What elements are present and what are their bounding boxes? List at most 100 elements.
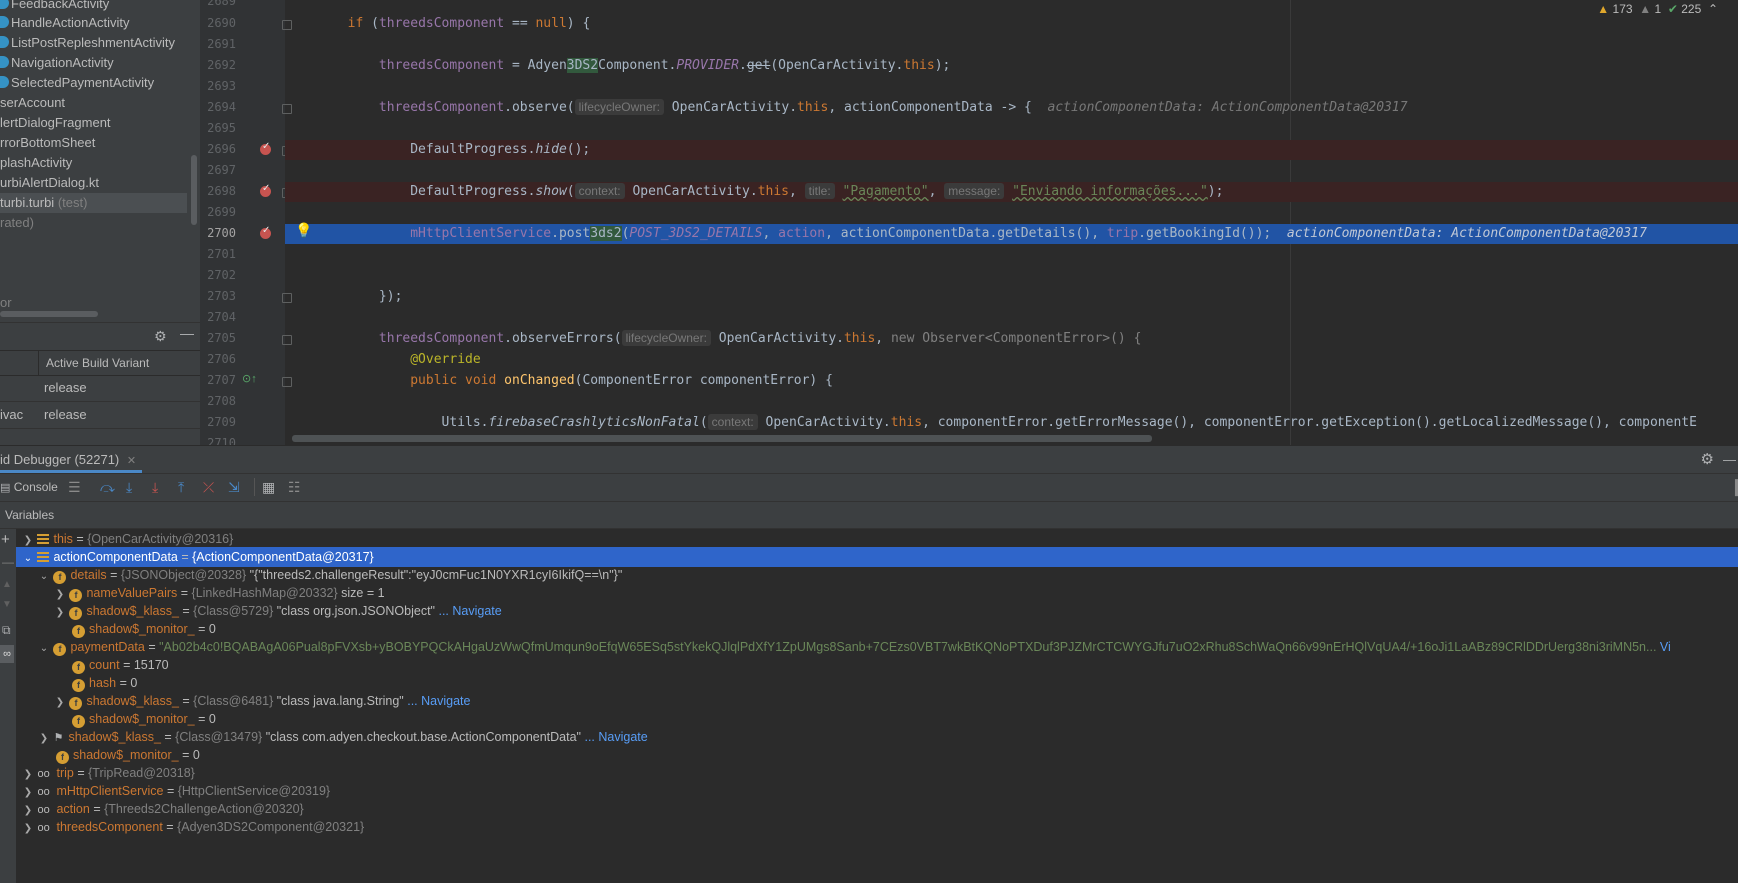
- tree-row[interactable]: ❯ f shadow$_klass_ = {Class@6481} "class …: [16, 691, 1738, 711]
- project-horizontal-scrollbar[interactable]: [0, 311, 98, 317]
- line-number: 2696: [207, 142, 236, 156]
- force-step-into-icon[interactable]: ⤓: [152, 478, 158, 496]
- debugger-panel: id Debugger (52271) ✕ ⚙ — ▤ Console ☰ ⤼ …: [0, 445, 1738, 883]
- project-item-turbialertdialog[interactable]: urbiAlertDialog.kt: [0, 173, 99, 193]
- project-item-useraccount[interactable]: serAccount: [0, 93, 65, 113]
- console-tab[interactable]: ▤ Console: [0, 478, 58, 497]
- project-item-listpostrepleshmentactivity[interactable]: ListPostRepleshmentActivity: [0, 33, 175, 53]
- editor-gutter[interactable]: 2689 2690 2691 2692 2693 2694 2695 2696 …: [200, 0, 292, 445]
- minimize-icon[interactable]: —: [180, 325, 194, 341]
- minimize-icon[interactable]: —: [1723, 446, 1736, 473]
- code-line-2706[interactable]: @Override: [285, 350, 1738, 370]
- step-out-icon[interactable]: ⤒: [178, 478, 184, 496]
- line-number: 2710: [207, 436, 236, 445]
- tree-row[interactable]: f shadow$_monitor_ = 0: [16, 745, 1738, 765]
- project-item-alertdialogfragment[interactable]: lertDialogFragment: [0, 113, 111, 133]
- project-vertical-scrollbar[interactable]: [191, 155, 197, 225]
- inline-debug-value: actionComponentData: ActionComponentData…: [1047, 100, 1408, 115]
- move-up-icon[interactable]: ▲: [2, 579, 12, 590]
- line-number: 2691: [207, 37, 236, 51]
- navigate-link[interactable]: ... Navigate: [584, 730, 647, 744]
- lightbulb-icon[interactable]: 💡: [295, 222, 312, 239]
- tree-row[interactable]: ❯ oo threedsComponent = {Adyen3DS2Compone…: [16, 817, 1738, 837]
- chevron-up-icon[interactable]: ⌃: [1708, 2, 1718, 16]
- line-number: 2699: [207, 205, 236, 219]
- project-item-feedbackactivity[interactable]: FeedbackActivity: [0, 0, 109, 14]
- tree-row[interactable]: ❯ oo trip = {TripRead@20318}: [16, 763, 1738, 783]
- chevron-right-icon[interactable]: ❯: [22, 819, 34, 839]
- code-line-2707[interactable]: public void onChanged(ComponentError com…: [285, 371, 1738, 391]
- breakpoint-icon[interactable]: [260, 141, 271, 155]
- line-number: 2692: [207, 58, 236, 72]
- view-link[interactable]: Vi: [1660, 640, 1671, 654]
- move-down-icon[interactable]: ▼: [2, 599, 12, 610]
- project-item-errorbottomsheet[interactable]: rrorBottomSheet: [0, 133, 95, 153]
- tree-row[interactable]: f shadow$_monitor_ = 0: [16, 709, 1738, 729]
- variables-side-toolbar: + — ▲ ▼ ⧉ ∞: [0, 529, 16, 883]
- inspection-widget[interactable]: ▲ 173 ▲ 1 ✔ 225 ⌃: [1597, 2, 1718, 16]
- class-icon: [0, 0, 9, 9]
- tree-row[interactable]: ❯ f nameValuePairs = {LinkedHashMap@20332…: [16, 583, 1738, 603]
- step-over-icon[interactable]: ⤼: [100, 478, 115, 496]
- tree-row[interactable]: ⌄ f details = {JSONObject@20328} "{"three…: [16, 565, 1738, 585]
- editor-horizontal-scrollbar[interactable]: [292, 435, 1152, 442]
- drop-frame-icon[interactable]: ⤫: [203, 478, 214, 496]
- build-variant-row[interactable]: ivac release: [0, 402, 200, 429]
- breakpoint-icon[interactable]: [260, 225, 271, 239]
- tree-row[interactable]: f count = 15170: [16, 655, 1738, 675]
- captured-variable-icon: oo: [37, 822, 50, 834]
- project-item-generated[interactable]: rated): [0, 213, 34, 233]
- breakpoint-icon[interactable]: [260, 183, 271, 197]
- tree-row[interactable]: f hash = 0: [16, 673, 1738, 693]
- code-line-2694[interactable]: threedsComponent.observe(lifecycleOwner:…: [285, 98, 1738, 118]
- run-to-cursor-icon[interactable]: ⇲: [228, 478, 240, 496]
- code-line-2705[interactable]: threedsComponent.observeErrors(lifecycle…: [285, 329, 1738, 349]
- gear-icon[interactable]: ⚙: [154, 328, 167, 345]
- project-item-handleactionactivity[interactable]: HandleActionActivity: [0, 13, 130, 33]
- override-icon[interactable]: ⊙↑: [242, 372, 257, 385]
- tree-row[interactable]: ❯ f shadow$_klass_ = {Class@5729} "class …: [16, 601, 1738, 621]
- class-icon: [0, 56, 9, 68]
- line-number: 2698: [207, 184, 236, 198]
- tree-row-selected[interactable]: ⌄ actionComponentData = {ActionComponent…: [16, 547, 1738, 567]
- copy-icon[interactable]: ⧉: [2, 623, 11, 638]
- code-line-2692[interactable]: threedsComponent = Adyen3DS2Component.PR…: [285, 56, 1738, 76]
- line-number: 2689: [207, 0, 236, 8]
- tree-row[interactable]: f shadow$_monitor_ = 0: [16, 619, 1738, 639]
- add-watch-icon[interactable]: +: [1, 531, 10, 548]
- tree-row[interactable]: ❯ oo mHttpClientService = {HttpClientServ…: [16, 781, 1738, 801]
- code-line-2709[interactable]: Utils.firebaseCrashlyticsNonFatal(contex…: [285, 413, 1738, 433]
- minus-icon[interactable]: —: [2, 555, 14, 569]
- project-item-navigationactivity[interactable]: NavigationActivity: [0, 53, 114, 73]
- code-editor[interactable]: 2689 2690 2691 2692 2693 2694 2695 2696 …: [200, 0, 1738, 445]
- tree-row[interactable]: ❯ ⚑ shadow$_klass_ = {Class@13479} "class…: [16, 727, 1738, 747]
- code-line-2696[interactable]: DefaultProgress.hide();: [285, 140, 1738, 160]
- gear-icon[interactable]: ⚙: [1701, 446, 1714, 473]
- line-number: 2694: [207, 100, 236, 114]
- evaluate-expression-icon[interactable]: ▦: [262, 478, 275, 496]
- tree-row[interactable]: ⌄ f paymentData = "Ab02b4c0!BQABAgA06Pual…: [16, 637, 1738, 657]
- project-item-selectedpaymentactivity[interactable]: SelectedPaymentActivity: [0, 73, 154, 93]
- step-into-icon[interactable]: ⤓: [126, 478, 132, 496]
- build-variant-row[interactable]: release: [0, 375, 200, 402]
- line-number: 2703: [207, 289, 236, 303]
- debugger-tab[interactable]: id Debugger (52271) ✕: [0, 446, 143, 473]
- layout-icon[interactable]: ▐: [1730, 478, 1738, 496]
- tree-row[interactable]: ❯ oo action = {Threeds2ChallengeAction@20…: [16, 799, 1738, 819]
- project-item-splashactivity[interactable]: plashActivity: [0, 153, 72, 173]
- watches-toggle-icon[interactable]: ∞: [0, 645, 14, 663]
- parameter-hint: context:: [574, 183, 625, 199]
- navigate-link[interactable]: ... Navigate: [438, 604, 501, 618]
- project-item-truncated[interactable]: or: [0, 293, 12, 313]
- code-line-2700-execution-point[interactable]: mHttpClientService.post3ds2(POST_3DS2_DE…: [285, 224, 1738, 244]
- navigate-link[interactable]: ... Navigate: [407, 694, 470, 708]
- line-number: 2690: [207, 16, 236, 30]
- code-line-2690[interactable]: if (threedsComponent == null) {: [285, 14, 1738, 34]
- code-line-2703[interactable]: });: [285, 287, 1738, 307]
- close-icon[interactable]: ✕: [127, 455, 136, 467]
- code-line-2698[interactable]: DefaultProgress.show(context: OpenCarAct…: [285, 182, 1738, 202]
- tree-row[interactable]: ❯ this = {OpenCarActivity@20316}: [16, 529, 1738, 549]
- project-item-turbi-test[interactable]: turbi.turbi (test): [0, 193, 187, 213]
- trace-icon[interactable]: ☷: [288, 478, 301, 496]
- show-execution-point-icon[interactable]: ☰: [68, 478, 81, 496]
